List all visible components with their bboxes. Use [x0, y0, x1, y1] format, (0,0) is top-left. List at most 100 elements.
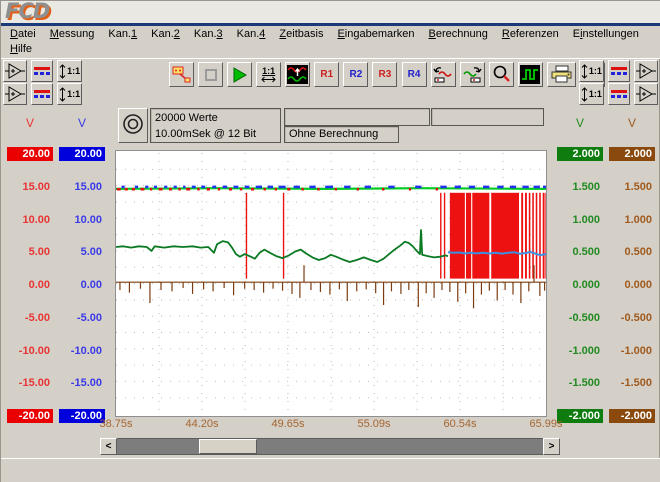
- amplifier-ch4-button[interactable]: [634, 83, 658, 105]
- zoom-button[interactable]: [489, 62, 514, 87]
- channel-1-red-tick--15.00: -15.00: [7, 376, 53, 390]
- channel-1-red-tick-20.00[interactable]: 20.00: [7, 147, 53, 161]
- copy-to-reference-button[interactable]: [431, 62, 456, 87]
- ref-3-button[interactable]: R3: [372, 62, 397, 87]
- channel-3-green-tick-0.500: 0.500: [557, 245, 603, 259]
- copy-red-wave-icon: [433, 65, 454, 84]
- amplifier-ch1-button[interactable]: [3, 60, 27, 82]
- channel-1-red-tick--20.00[interactable]: -20.00: [7, 409, 53, 423]
- menu-item-messung[interactable]: Messung: [43, 27, 102, 42]
- toolbar-center-group: 1:1 R1 R2 R3 R4: [169, 62, 606, 87]
- channel-3-green-tick-2.000[interactable]: 2.000: [557, 147, 603, 161]
- channel-3-green-tick-1.500: 1.500: [557, 180, 603, 194]
- menu-row-2: Hilfe: [3, 42, 660, 57]
- channel-3-green-tick-1.000: 1.000: [557, 213, 603, 227]
- trace-canvas: [116, 151, 546, 416]
- channel-4-brown-tick--0.500: -0.500: [609, 311, 655, 325]
- sample-rate: 10.00mSek @ 12 Bit: [155, 126, 276, 142]
- menu-item-kan3[interactable]: Kan.3: [187, 27, 230, 42]
- bottom-strip: [1, 458, 660, 482]
- channel-3-green-tick--0.500: -0.500: [557, 311, 603, 325]
- play-icon: [231, 66, 249, 84]
- time-scrollbar[interactable]: < >: [100, 438, 560, 455]
- trigger-mode-button[interactable]: [118, 108, 148, 143]
- print-button[interactable]: [547, 62, 576, 87]
- offset-ch1-button[interactable]: [31, 60, 53, 82]
- channel-4-brown-unit-label: V: [609, 116, 655, 130]
- menu-item-eingabemarken[interactable]: Eingabemarken: [330, 27, 421, 42]
- channel-4-brown-tick-1.000: 1.000: [609, 213, 655, 227]
- stop-button[interactable]: [198, 62, 223, 87]
- time-scale-label: 1:1: [262, 67, 275, 76]
- vertical-arrow-icon: [581, 87, 588, 102]
- amplifier-ch3-button[interactable]: [634, 60, 658, 82]
- step-signal-icon: [520, 65, 540, 84]
- toolbar-right-group: 1:1 1:1: [579, 60, 659, 106]
- channel-1-red-tick-10.00: 10.00: [7, 213, 53, 227]
- magnifier-icon: [492, 65, 511, 84]
- ref-1-button[interactable]: R1: [314, 62, 339, 87]
- scale-1to1-ch1-button[interactable]: 1:1: [57, 60, 82, 82]
- scale-1to1-ch3-button[interactable]: 1:1: [579, 60, 604, 82]
- time-tick-38.75s: 38.75s: [83, 418, 149, 430]
- start-measurement-button[interactable]: [227, 62, 252, 87]
- menu-item-datei[interactable]: Datei: [3, 27, 43, 42]
- offset-ch4-button[interactable]: [608, 83, 630, 105]
- connect-sensors-button[interactable]: [169, 62, 194, 87]
- scale-label: 1:1: [67, 89, 80, 99]
- offset-lines-icon: [33, 87, 51, 101]
- offset-ch3-button[interactable]: [608, 60, 630, 82]
- menu-item-berechnung[interactable]: Berechnung: [422, 27, 495, 42]
- scrollbar-thumb[interactable]: [199, 439, 257, 454]
- load-from-reference-button[interactable]: [460, 62, 485, 87]
- scrollbar-track[interactable]: [117, 438, 543, 455]
- scale-1to1-ch2-button[interactable]: 1:1: [57, 83, 82, 105]
- channel-2-blue-tick-5.00: 5.00: [59, 245, 105, 259]
- ref-4-button[interactable]: R4: [402, 62, 427, 87]
- sample-count: 20000 Werte: [155, 110, 276, 126]
- vertical-arrow-icon: [59, 87, 66, 102]
- scroll-left-button[interactable]: <: [100, 438, 117, 455]
- menu-item-kan4[interactable]: Kan.4: [230, 27, 273, 42]
- amplifier-ch2-button[interactable]: [3, 83, 27, 105]
- acquisition-info-panel: 20000 Werte 10.00mSek @ 12 Bit: [150, 108, 281, 143]
- ref-2-button[interactable]: R2: [343, 62, 368, 87]
- scale-label: 1:1: [67, 66, 80, 76]
- vertical-arrow-icon: [59, 64, 66, 79]
- menu-item-referenzen[interactable]: Referenzen: [495, 27, 566, 42]
- scroll-right-button[interactable]: >: [543, 438, 560, 455]
- menu-item-kan2[interactable]: Kan.2: [144, 27, 187, 42]
- channel-4-brown-tick-2.000[interactable]: 2.000: [609, 147, 655, 161]
- app-logo: FCD: [5, 0, 49, 23]
- scale-label: 1:1: [589, 66, 602, 76]
- menu-item-hilfe[interactable]: Hilfe: [3, 42, 39, 57]
- channel-2-blue-tick-20.00[interactable]: 20.00: [59, 147, 105, 161]
- concentric-circles-icon: [121, 112, 145, 139]
- menu-row-1: DateiMessungKan.1Kan.2Kan.3Kan.4Zeitbasi…: [3, 27, 660, 42]
- scale-label: 1:1: [589, 89, 602, 99]
- amplifier-icon: [5, 63, 25, 79]
- digital-display-button[interactable]: [518, 62, 543, 87]
- time-tick-55.09s: 55.09s: [341, 418, 407, 430]
- menu-item-zeitbasis[interactable]: Zeitbasis: [272, 27, 330, 42]
- time-tick-49.65s: 49.65s: [255, 418, 321, 430]
- copy-green-wave-icon: [462, 65, 483, 84]
- scale-1to1-ch4-button[interactable]: 1:1: [579, 83, 604, 105]
- channel-4-brown-tick-1.500: 1.500: [609, 180, 655, 194]
- horizontal-arrow-icon: [261, 76, 276, 83]
- channel-1-red-tick-5.00: 5.00: [7, 245, 53, 259]
- menu-item-kan1[interactable]: Kan.1: [101, 27, 144, 42]
- time-1to1-button[interactable]: 1:1: [256, 62, 281, 87]
- channel-1-red-tick-0.00: 0.00: [7, 278, 53, 292]
- display-signals-button[interactable]: [285, 62, 310, 87]
- plot-area[interactable]: [115, 150, 547, 417]
- time-tick-44.20s: 44.20s: [169, 418, 235, 430]
- channel-4-brown-tick--2.000[interactable]: -2.000: [609, 409, 655, 423]
- toolbar: 1:1 1:1 1:1 R1 R2 R3 R4: [1, 58, 660, 106]
- channel-1-red-tick--5.00: -5.00: [7, 311, 53, 325]
- channel-2-blue-tick-15.00: 15.00: [59, 180, 105, 194]
- channel-1-red-tick--10.00: -10.00: [7, 344, 53, 358]
- offset-ch2-button[interactable]: [31, 83, 53, 105]
- channel-2-blue-tick--5.00: -5.00: [59, 311, 105, 325]
- menu-item-einstellungen[interactable]: Einstellungen: [566, 27, 646, 42]
